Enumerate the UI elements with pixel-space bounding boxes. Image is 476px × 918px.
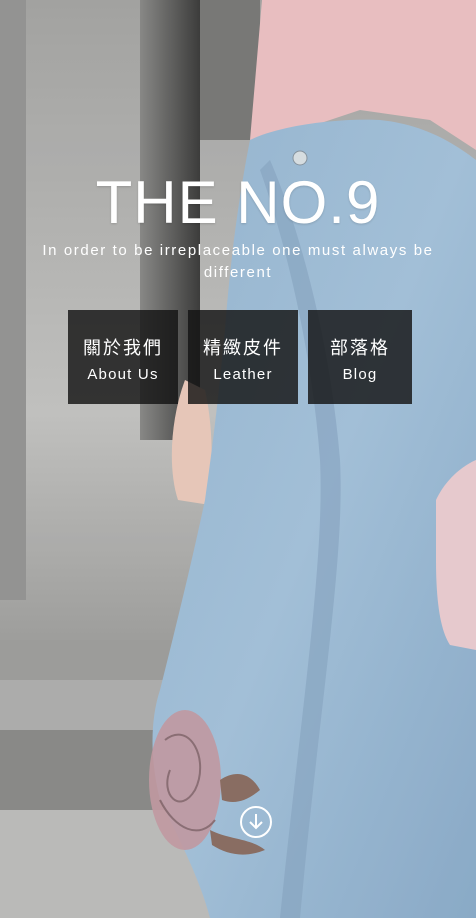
arrow-down-circle-icon — [249, 814, 263, 830]
nav-label-en: About Us — [87, 366, 159, 383]
nav-leather-button[interactable]: 精緻皮件 Leather — [188, 310, 298, 404]
brand-title: THE NO.9 — [95, 169, 381, 236]
nav-blog-button[interactable]: 部落格 Blog — [308, 310, 412, 404]
brand-tagline: In order to be irreplaceable one must al… — [42, 242, 434, 281]
nav-label-zh: 部落格 — [330, 338, 390, 358]
nav-label-zh: 關於我們 — [83, 338, 163, 358]
hero-overlay — [0, 0, 476, 918]
nav-label-en: Leather — [213, 366, 273, 383]
scroll-down-button[interactable] — [240, 806, 272, 838]
hero-section: THE NO.9 In order to be irreplaceable on… — [0, 0, 476, 918]
nav-label-en: Blog — [342, 366, 378, 383]
nav-about-us-button[interactable]: 關於我們 About Us — [68, 310, 178, 404]
nav-label-zh: 精緻皮件 — [203, 338, 283, 358]
